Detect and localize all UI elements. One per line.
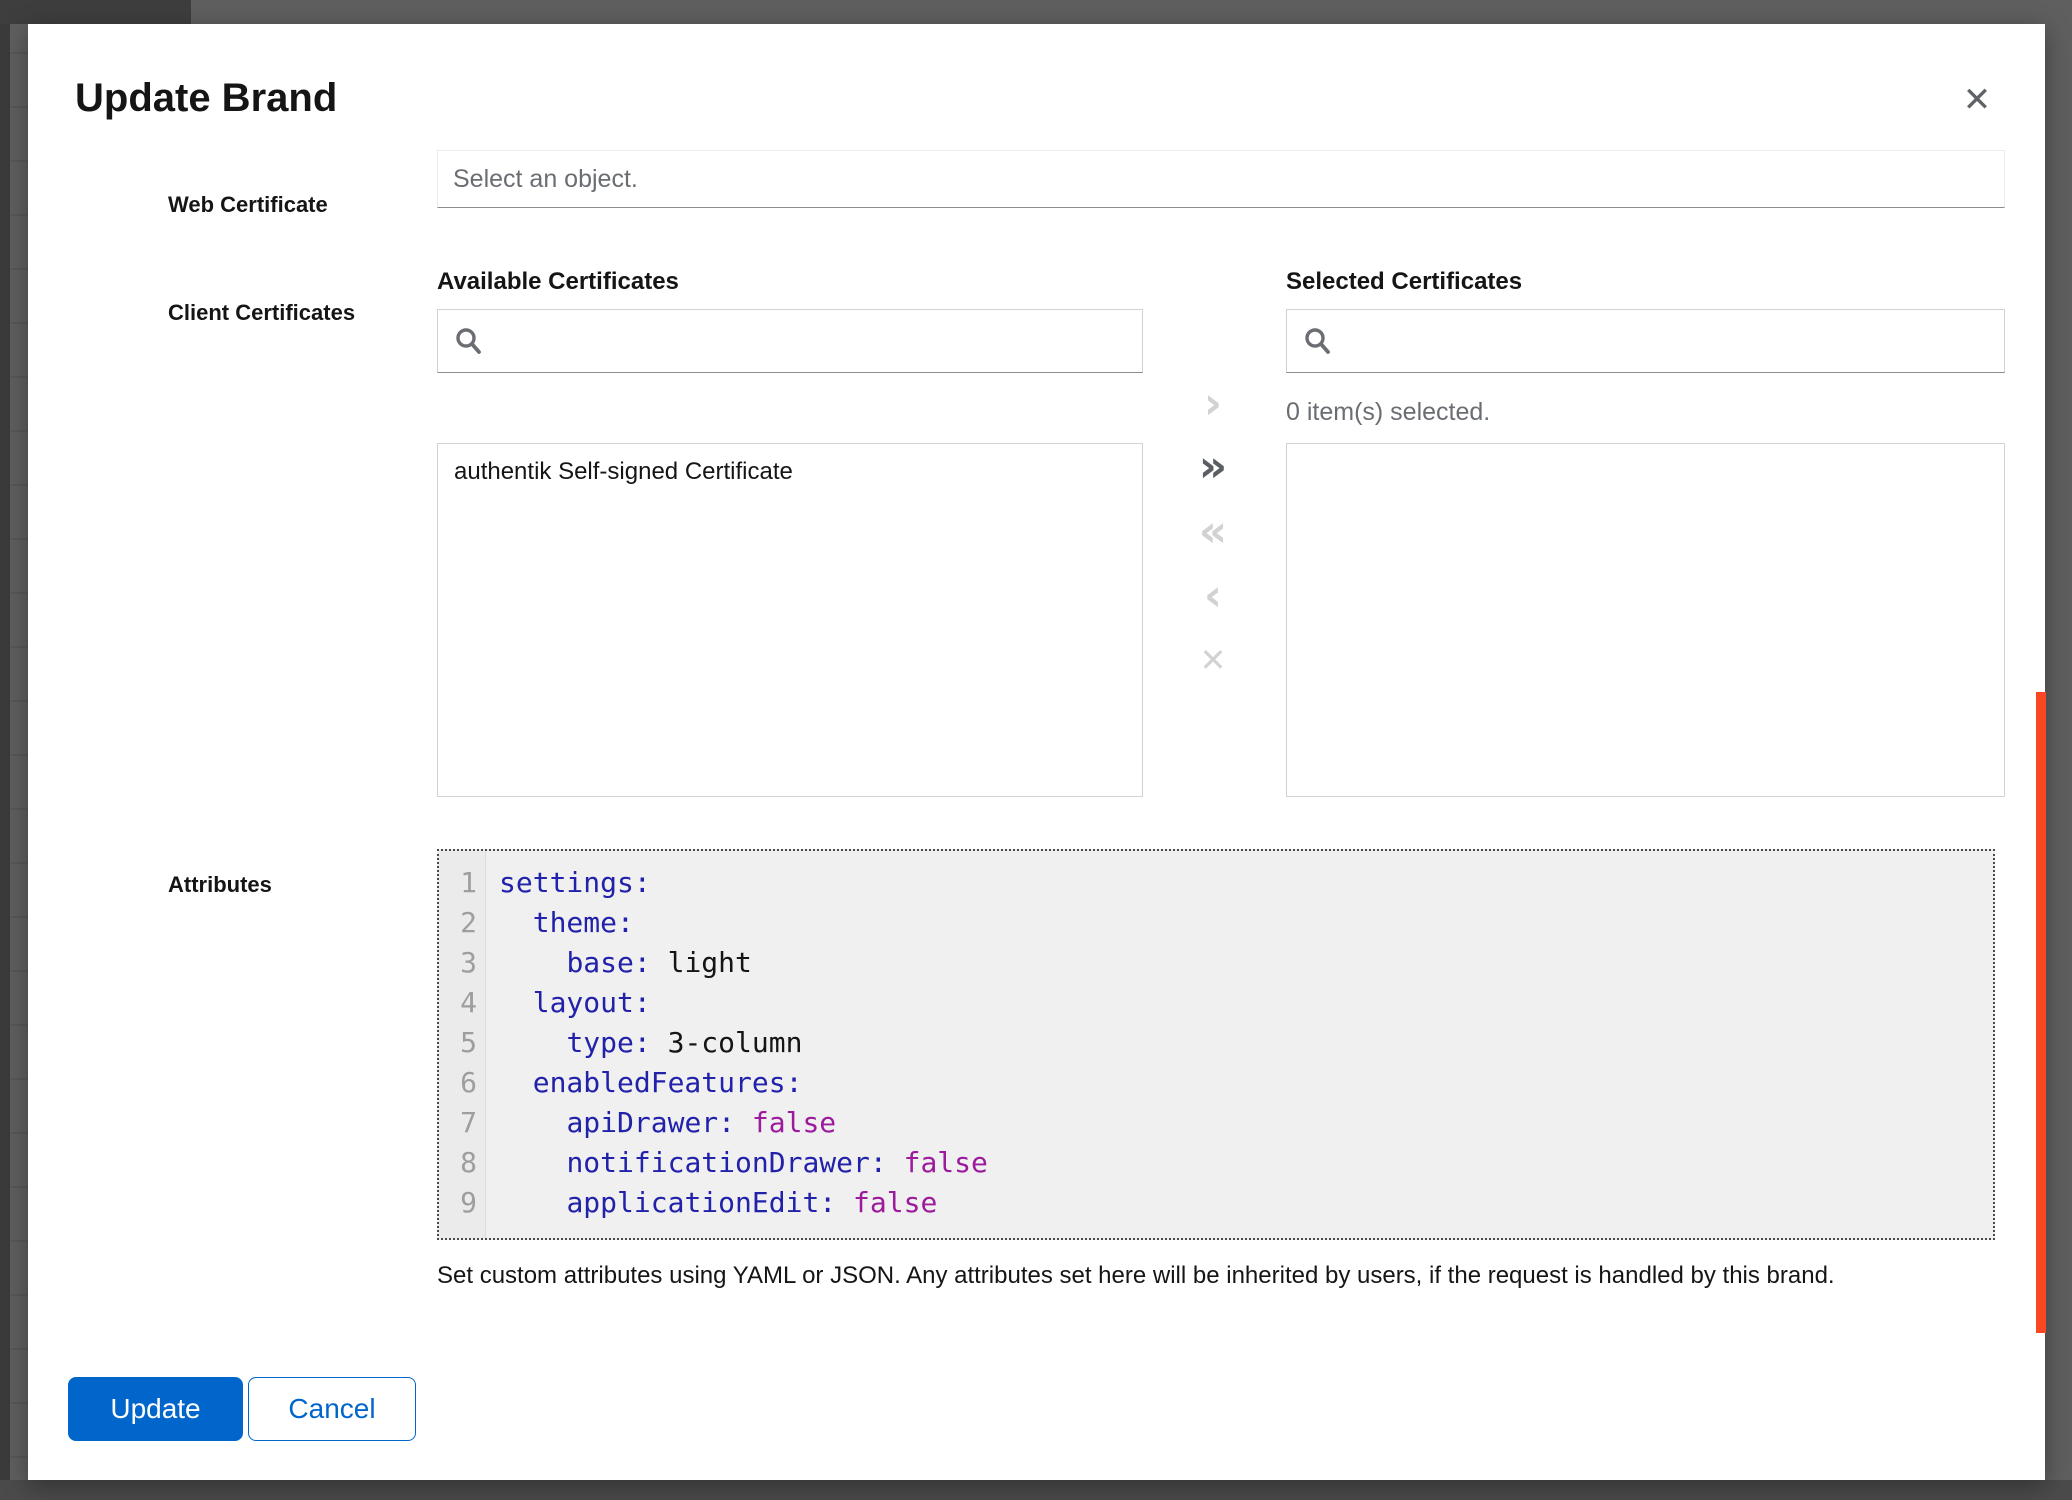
move-all-right-button[interactable]: » [1191, 445, 1235, 489]
client-certificates-label: Client Certificates [168, 300, 355, 326]
code-line-text: notificationDrawer: false [486, 1143, 988, 1183]
selected-search-box [1286, 309, 2005, 373]
update-button[interactable]: Update [68, 1377, 243, 1441]
list-item[interactable]: authentik Self-signed Certificate [438, 444, 1142, 500]
move-selected-right-button[interactable]: › [1191, 382, 1235, 426]
attributes-label: Attributes [168, 872, 272, 898]
code-line-text: enabledFeatures: [486, 1063, 802, 1103]
code-line-text: applicationEdit: false [486, 1183, 937, 1223]
line-number: 9 [439, 1183, 486, 1223]
web-certificate-label: Web Certificate [168, 192, 328, 218]
code-line-text: settings: [486, 863, 651, 903]
line-number: 8 [439, 1143, 486, 1183]
selected-search-input[interactable] [1343, 326, 1988, 356]
dimmed-sidebar-strip [0, 0, 10, 1500]
selected-certificates-list[interactable] [1286, 443, 2005, 797]
update-brand-modal: Update Brand ✕ Web Certificate Client Ce… [28, 24, 2045, 1480]
selected-count-text: 0 item(s) selected. [1286, 398, 1490, 427]
search-icon [1303, 327, 1331, 355]
line-number: 7 [439, 1103, 486, 1143]
dimmed-header-block [0, 0, 191, 24]
available-search-input[interactable] [494, 326, 1126, 356]
code-line-text: type: 3-column [486, 1023, 802, 1063]
move-selected-left-button[interactable]: ‹ [1191, 574, 1235, 618]
line-number: 5 [439, 1023, 486, 1063]
code-lines: 1settings:2 theme:3 base: light4 layout:… [439, 863, 1993, 1223]
dimmed-bottom-band [0, 1480, 2072, 1500]
code-line-text: apiDrawer: false [486, 1103, 836, 1143]
line-number: 2 [439, 903, 486, 943]
modal-title: Update Brand [75, 76, 337, 121]
code-line-text: theme: [486, 903, 634, 943]
line-number: 4 [439, 983, 486, 1023]
available-certificates-list[interactable]: authentik Self-signed Certificate [437, 443, 1143, 797]
available-search-box [437, 309, 1143, 373]
line-number: 6 [439, 1063, 486, 1103]
clear-selected-button[interactable]: ✕ [1191, 638, 1235, 682]
line-number: 1 [439, 863, 486, 903]
attributes-helper-text: Set custom attributes using YAML or JSON… [437, 1262, 2005, 1290]
code-line-text: layout: [486, 983, 651, 1023]
web-certificate-input[interactable] [437, 150, 2005, 208]
close-icon[interactable]: ✕ [1953, 76, 2001, 124]
move-all-left-button[interactable]: « [1191, 510, 1235, 554]
attributes-code-editor[interactable]: 1settings:2 theme:3 base: light4 layout:… [437, 849, 1995, 1240]
available-certificates-heading: Available Certificates [437, 268, 679, 296]
accent-bar [2036, 692, 2046, 1333]
code-line-text: base: light [486, 943, 752, 983]
cancel-button[interactable]: Cancel [248, 1377, 416, 1441]
search-icon [454, 327, 482, 355]
selected-certificates-heading: Selected Certificates [1286, 268, 1522, 296]
line-number: 3 [439, 943, 486, 983]
